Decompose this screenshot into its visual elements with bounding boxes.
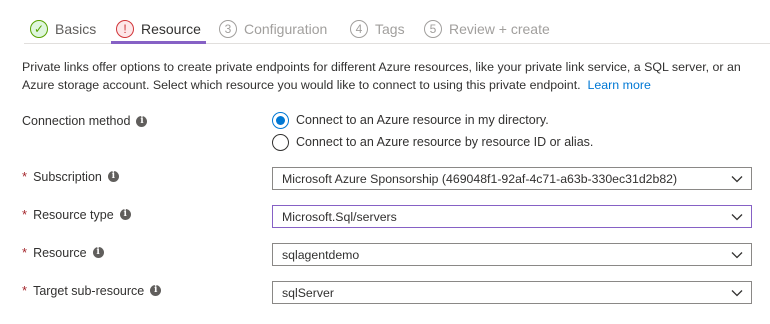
- radio-azure-resource-by-id[interactable]: Connect to an Azure resource by resource…: [272, 132, 593, 152]
- connection-method-label: Connection method i: [22, 114, 148, 128]
- label-text: Target sub-resource: [33, 283, 145, 298]
- subscription-label: * Subscription i: [22, 169, 119, 184]
- learn-more-link[interactable]: Learn more: [587, 78, 650, 92]
- tab-basics[interactable]: ✓ Basics: [30, 15, 96, 43]
- info-icon[interactable]: i: [107, 171, 119, 182]
- chevron-down-icon: [723, 168, 751, 189]
- resource-label: * Resource i: [22, 245, 104, 260]
- required-asterisk: *: [22, 283, 28, 298]
- required-asterisk: *: [22, 207, 28, 222]
- dropdown-value: Microsoft.Sql/servers: [282, 209, 397, 224]
- intro-paragraph: Private links offer options to create pr…: [22, 58, 752, 94]
- label-text: Resource: [33, 245, 87, 260]
- target-sub-resource-label: * Target sub-resource i: [22, 283, 162, 298]
- connection-method-radio-group: Connect to an Azure resource in my direc…: [272, 110, 593, 154]
- step-number-icon: 4: [350, 20, 368, 38]
- tab-configuration[interactable]: 3 Configuration: [219, 15, 327, 43]
- wizard-tabs: ✓ Basics ! Resource 3 Configuration 4 Ta…: [24, 15, 770, 45]
- step-number-icon: 5: [424, 20, 442, 38]
- required-asterisk: *: [22, 169, 28, 184]
- radio-label: Connect to an Azure resource by resource…: [296, 135, 594, 149]
- step-number-icon: 3: [219, 20, 237, 38]
- radio-button-unchecked[interactable]: [272, 133, 289, 151]
- tab-label: Tags: [375, 21, 405, 37]
- tab-resource[interactable]: ! Resource: [116, 15, 201, 43]
- required-asterisk: *: [22, 245, 28, 260]
- radio-azure-resource-in-directory[interactable]: Connect to an Azure resource in my direc…: [272, 110, 593, 130]
- chevron-down-icon: [723, 282, 751, 303]
- chevron-down-icon: [723, 244, 751, 265]
- tab-label: Configuration: [244, 21, 328, 37]
- dropdown-value: sqlServer: [282, 285, 334, 300]
- warning-icon: !: [116, 20, 134, 38]
- tab-review-create[interactable]: 5 Review + create: [424, 15, 550, 43]
- tab-tags[interactable]: 4 Tags: [350, 15, 405, 43]
- tab-label: Resource: [141, 21, 201, 37]
- active-tab-indicator: [111, 41, 206, 44]
- radio-button-checked[interactable]: [272, 111, 289, 129]
- tab-label: Basics: [55, 21, 97, 37]
- info-icon[interactable]: i: [150, 285, 162, 296]
- target-sub-resource-dropdown[interactable]: sqlServer: [272, 281, 752, 304]
- resource-dropdown[interactable]: sqlagentdemo: [272, 243, 752, 266]
- info-icon[interactable]: i: [136, 115, 148, 127]
- label-text: Resource type: [33, 207, 114, 222]
- radio-label: Connect to an Azure resource in my direc…: [296, 113, 549, 127]
- label-text: Subscription: [33, 169, 102, 184]
- info-icon[interactable]: i: [119, 209, 131, 220]
- checkmark-icon: ✓: [30, 20, 48, 38]
- dropdown-value: Microsoft Azure Sponsorship (469048f1-92…: [282, 171, 678, 186]
- resource-type-dropdown[interactable]: Microsoft.Sql/servers: [272, 205, 752, 228]
- chevron-down-icon: [723, 206, 751, 227]
- resource-type-label: * Resource type i: [22, 207, 131, 222]
- tab-label: Review + create: [449, 21, 550, 37]
- info-icon[interactable]: i: [92, 247, 104, 258]
- dropdown-value: sqlagentdemo: [282, 247, 360, 262]
- subscription-dropdown[interactable]: Microsoft Azure Sponsorship (469048f1-92…: [272, 167, 752, 190]
- label-text: Connection method: [22, 114, 131, 128]
